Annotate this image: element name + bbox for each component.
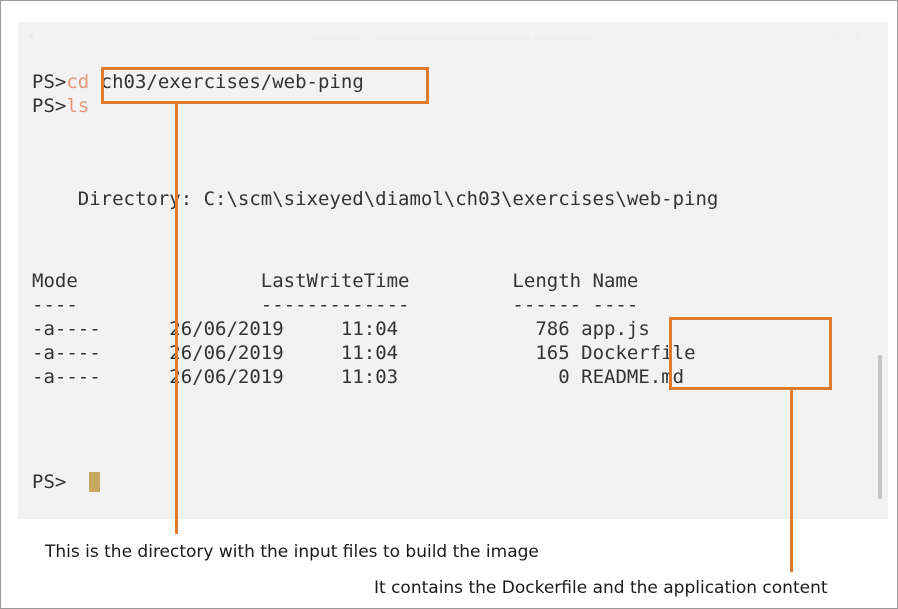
title-bar: ▪ Administrator: C:\WINDOWS\System32\Win… bbox=[18, 22, 888, 56]
prompt: PS> bbox=[32, 71, 67, 93]
time-cell: 11:03 bbox=[340, 366, 399, 388]
command-keyword: cd bbox=[66, 71, 90, 93]
prompt-line: PS> bbox=[32, 470, 66, 494]
table-row: -a---- 26/06/2019 11:03 0 README.md bbox=[32, 365, 684, 389]
length-cell: 0 bbox=[558, 366, 570, 388]
date-cell: 26/06/2019 bbox=[169, 318, 284, 340]
directory-line: Directory: C:\scm\sixeyed\diamol\ch03\ex… bbox=[32, 188, 719, 210]
command-keyword: ls bbox=[66, 95, 90, 117]
time-cell: 11:04 bbox=[340, 318, 399, 340]
table-separator: ---- ------------- ------ ---- bbox=[32, 294, 639, 316]
files-caption: It contains the Dockerfile and the appli… bbox=[374, 578, 828, 598]
command-line-ls: PS>ls bbox=[32, 94, 89, 118]
window-title: Administrator: C:\WINDOWS\System32\Windo… bbox=[312, 34, 594, 42]
mode-cell: -a---- bbox=[32, 342, 101, 364]
table-row: -a---- 26/06/2019 11:04 786 app.js bbox=[32, 317, 650, 341]
mode-cell: -a---- bbox=[32, 366, 101, 388]
window-controls: –□✕ bbox=[813, 31, 876, 41]
files-connector-line bbox=[790, 390, 793, 572]
name-cell: app.js bbox=[581, 318, 650, 340]
table-header: Mode LastWriteTime Length Name bbox=[32, 270, 639, 292]
time-cell: 11:04 bbox=[340, 342, 399, 364]
date-cell: 26/06/2019 bbox=[169, 342, 284, 364]
directory-connector-line bbox=[175, 104, 178, 534]
prompt: PS> bbox=[32, 95, 67, 117]
directory-callout-box bbox=[101, 67, 429, 104]
length-cell: 165 bbox=[535, 342, 570, 364]
close-icon[interactable]: ✕ bbox=[854, 31, 876, 41]
mode-cell: -a---- bbox=[32, 318, 101, 340]
prompt: PS> bbox=[32, 471, 67, 493]
maximize-icon[interactable]: □ bbox=[832, 31, 855, 41]
text-cursor bbox=[89, 472, 100, 492]
minimize-icon[interactable]: – bbox=[813, 31, 832, 41]
files-callout-box bbox=[669, 317, 832, 390]
table-row: -a---- 26/06/2019 11:04 165 Dockerfile bbox=[32, 341, 696, 365]
directory-caption: This is the directory with the input fil… bbox=[45, 542, 539, 562]
length-cell: 786 bbox=[535, 318, 570, 340]
figure-frame: ▪ Administrator: C:\WINDOWS\System32\Win… bbox=[0, 0, 898, 609]
scrollbar[interactable] bbox=[878, 355, 882, 499]
date-cell: 26/06/2019 bbox=[169, 366, 284, 388]
